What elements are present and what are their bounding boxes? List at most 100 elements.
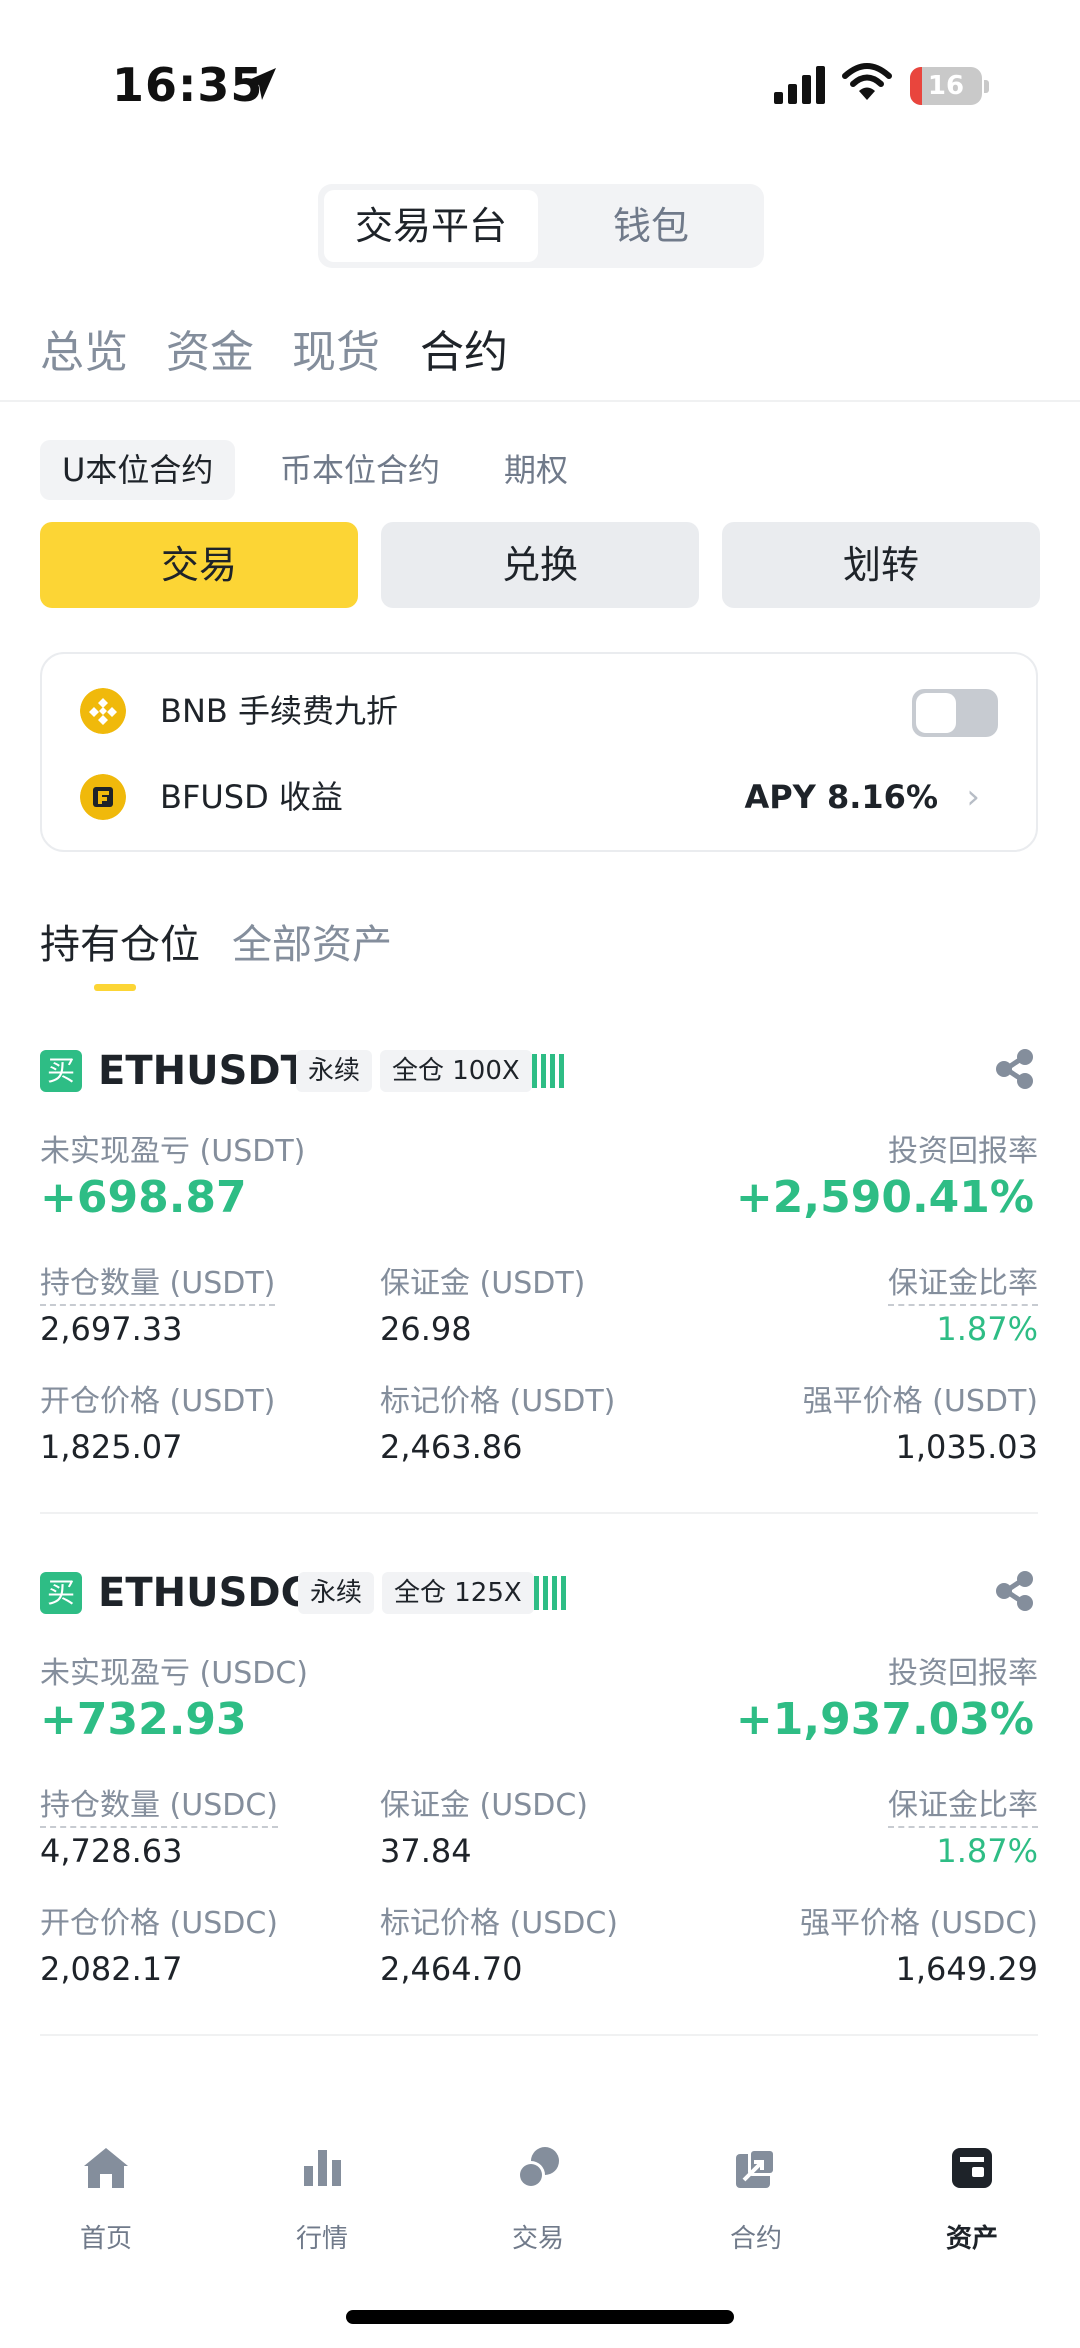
liq-price-label: 强平价格 (USDT) [802,1384,1038,1419]
nav-assets-label: 资产 [945,2224,998,2254]
chart-icon [304,2150,341,2186]
liq-price-label: 强平价格 (USDC) [800,1906,1038,1941]
bnb-icon [80,688,126,734]
contract-type-tag: 永续 [298,1572,375,1614]
nav-futures[interactable]: 合约 [686,2120,826,2260]
nav-markets-label: 行情 [295,2224,348,2254]
toggle-knob [916,693,956,733]
home-indicator [346,2310,734,2324]
roe-label: 投资回报率 [888,1656,1038,1691]
nav-home-label: 首页 [79,2224,132,2254]
transfer-button[interactable]: 划转 [722,522,1040,608]
chevron-right-icon: › [966,777,980,817]
wallet-icon [952,2148,992,2188]
location-arrow-icon [244,68,276,100]
margin-ratio-value: 1.87% [936,1832,1038,1870]
bottom-nav: 首页 行情 交易 合约 资产 [0,2120,1080,2260]
strength-bars-icon [534,1576,566,1610]
size-label[interactable]: 持仓数量 (USDC) [40,1780,278,1828]
mark-price-label: 标记价格 (USDT) [380,1384,616,1419]
wifi-icon [842,63,892,100]
size-value: 4,728.63 [40,1832,183,1870]
nav-home[interactable]: 首页 [36,2120,176,2260]
side-badge: 买 [40,1050,82,1092]
tab-exchange[interactable]: 交易平台 [324,190,538,262]
position-header: 买 ETHUSDC 永续 全仓 125X [40,1558,1040,1618]
trade-icon [517,2147,559,2189]
convert-button[interactable]: 兑换 [381,522,699,608]
bnb-fee-toggle[interactable] [912,689,998,737]
entry-price-label: 开仓价格 (USDC) [40,1906,278,1941]
status-bar: 16:35 16 [0,0,1080,170]
pnl-label: 未实现盈亏 (USDC) [40,1656,308,1691]
tab-positions[interactable]: 持有仓位 [40,912,200,970]
battery-level: 16 [927,71,965,101]
bfusd-label: BFUSD 收益 [160,778,343,816]
contract-type-tag: 永续 [296,1050,373,1092]
margin-value: 26.98 [380,1310,472,1348]
entry-price-value: 1,825.07 [40,1428,183,1466]
divider [0,400,1080,402]
margin-label: 保证金 (USDC) [380,1788,588,1823]
margin-ratio-label[interactable]: 保证金比率 [888,1780,1038,1828]
position-header: 买 ETHUSDT 永续 全仓 100X [40,1036,1040,1096]
bnb-fee-label: BNB 手续费九折 [160,692,399,730]
divider [40,2034,1038,2036]
tab-options[interactable]: 期权 [504,440,568,500]
position-symbol: ETHUSDT [98,1048,308,1094]
tab-coinm-futures[interactable]: 币本位合约 [280,440,440,500]
tab-overview[interactable]: 总览 [40,316,128,380]
pnl-label: 未实现盈亏 (USDT) [40,1134,306,1169]
home-icon [84,2148,128,2188]
mark-price-value: 2,463.86 [380,1428,523,1466]
side-badge: 买 [40,1572,82,1614]
futures-icon [736,2148,776,2188]
tab-all-assets[interactable]: 全部资产 [232,912,392,970]
tab-usdm-futures[interactable]: U本位合约 [40,440,236,500]
nav-futures-label: 合约 [729,2224,782,2254]
tab-wallet[interactable]: 钱包 [544,190,758,262]
liq-price-value: 1,035.03 [895,1428,1039,1466]
nav-markets[interactable]: 行情 [252,2120,392,2260]
entry-price-label: 开仓价格 (USDT) [40,1384,276,1419]
pnl-value: +698.87 [40,1172,247,1223]
pnl-value: +732.93 [40,1694,247,1745]
trade-button[interactable]: 交易 [40,522,358,608]
bfusd-row[interactable]: BFUSD 收益 APY 8.16% › [42,754,1036,840]
mark-price-value: 2,464.70 [380,1950,523,1988]
margin-ratio-value: 1.87% [936,1310,1038,1348]
position-card[interactable]: 买 ETHUSDC 永续 全仓 125X 未实现盈亏 (USDC) 投资回报率 … [40,1558,1040,2078]
active-tab-indicator [94,984,136,991]
tab-spot[interactable]: 现货 [292,316,380,380]
share-icon[interactable] [994,1048,1036,1090]
size-label[interactable]: 持仓数量 (USDT) [40,1258,276,1306]
divider [40,1512,1038,1514]
battery-icon: 16 [910,67,982,105]
signal-icon [774,66,825,104]
platform-switch: 交易平台 钱包 [318,184,764,268]
settings-card: BNB 手续费九折 BFUSD 收益 APY 8.16% › [40,652,1038,852]
margin-value: 37.84 [380,1832,472,1870]
tab-funding[interactable]: 资金 [166,316,254,380]
tab-futures[interactable]: 合约 [420,316,508,380]
share-icon[interactable] [994,1570,1036,1612]
mark-price-label: 标记价格 (USDC) [380,1906,618,1941]
leverage-tag[interactable]: 全仓 125X [382,1572,534,1614]
leverage-tag[interactable]: 全仓 100X [380,1050,532,1092]
roe-value: +1,937.03% [735,1694,1034,1745]
margin-ratio-label[interactable]: 保证金比率 [888,1258,1038,1306]
bnb-fee-row: BNB 手续费九折 [42,668,1036,754]
liq-price-value: 1,649.29 [895,1950,1039,1988]
bfusd-icon [80,774,126,820]
position-card[interactable]: 买 ETHUSDT 永续 全仓 100X 未实现盈亏 (USDT) 投资回报率 … [40,1036,1040,1556]
entry-price-value: 2,082.17 [40,1950,183,1988]
nav-trade[interactable]: 交易 [468,2120,608,2260]
roe-label: 投资回报率 [888,1134,1038,1169]
margin-label: 保证金 (USDT) [380,1266,586,1301]
position-symbol: ETHUSDC [98,1570,310,1616]
apy-value: APY 8.16% [744,778,938,816]
nav-assets[interactable]: 资产 [902,2120,1042,2260]
roe-value: +2,590.41% [735,1172,1034,1223]
size-value: 2,697.33 [40,1310,183,1348]
strength-bars-icon [532,1054,564,1088]
